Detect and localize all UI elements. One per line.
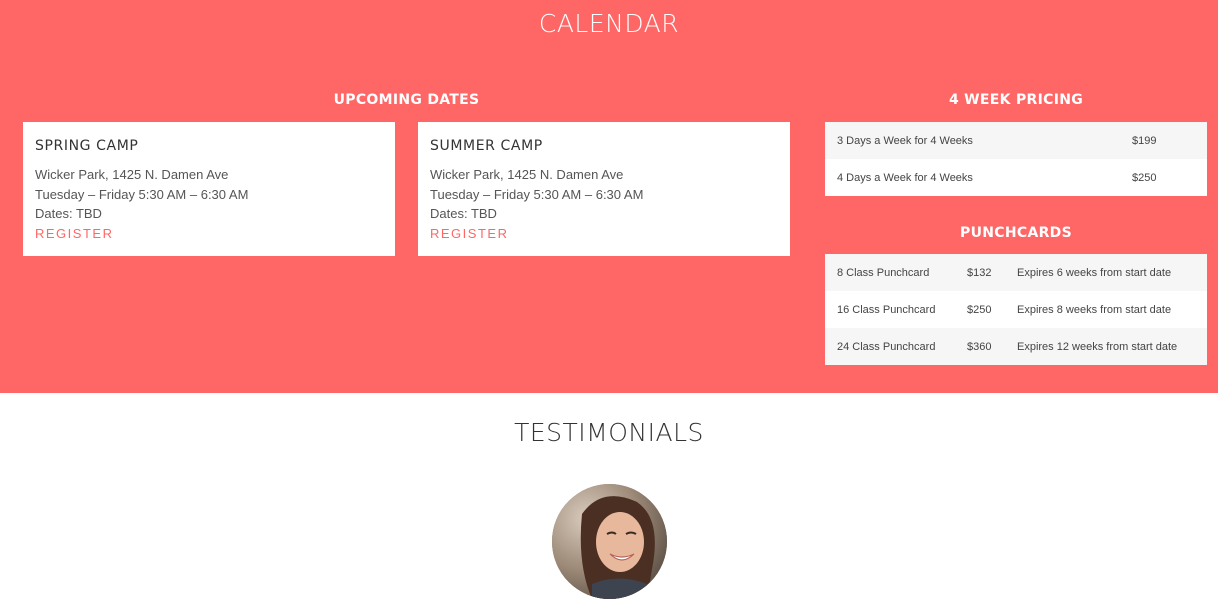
punchcard-expiry: Expires 6 weeks from start date — [1017, 266, 1172, 279]
register-link-summer[interactable]: REGISTER — [430, 224, 508, 244]
camp-schedule: Tuesday – Friday 5:30 AM – 6:30 AM — [430, 186, 644, 202]
punchcard-name: 8 Class Punchcard — [837, 266, 930, 279]
camp-card-summer: SUMMER CAMP Wicker Park, 1425 N. Damen A… — [418, 122, 790, 256]
table-row: 3 Days a Week for 4 Weeks $199 — [825, 122, 1207, 159]
punchcard-price: $360 — [967, 340, 992, 353]
punchcards-table: 8 Class Punchcard $132 Expires 6 weeks f… — [825, 254, 1207, 365]
punchcard-price: $250 — [967, 303, 992, 316]
table-row: 4 Days a Week for 4 Weeks $250 — [825, 159, 1207, 196]
table-row: 24 Class Punchcard $360 Expires 12 weeks… — [825, 328, 1207, 365]
calendar-title: CALENDAR — [538, 9, 680, 38]
camp-card-spring: SPRING CAMP Wicker Park, 1425 N. Damen A… — [23, 122, 395, 256]
pricing-heading: 4 WEEK PRICING — [948, 92, 1084, 108]
camp-location: Wicker Park, 1425 N. Damen Ave — [35, 167, 229, 182]
table-row: 16 Class Punchcard $250 Expires 8 weeks … — [825, 291, 1207, 328]
pricing-table: 3 Days a Week for 4 Weeks $199 4 Days a … — [825, 122, 1207, 196]
camp-schedule: Tuesday – Friday 5:30 AM – 6:30 AM — [35, 186, 249, 202]
punchcard-name: 16 Class Punchcard — [837, 303, 936, 316]
plan-name: 3 Days a Week for 4 Weeks — [837, 134, 973, 147]
calendar-section: CALENDAR UPCOMING DATES SPRING CAMP Wick… — [0, 0, 1218, 393]
punchcard-expiry: Expires 12 weeks from start date — [1017, 340, 1178, 353]
plan-price: $199 — [1132, 134, 1157, 147]
punchcard-expiry: Expires 8 weeks from start date — [1017, 303, 1172, 316]
punchcard-name: 24 Class Punchcard — [837, 340, 936, 353]
punchcards-heading: PUNCHCARDS — [960, 225, 1072, 241]
plan-name: 4 Days a Week for 4 Weeks — [837, 171, 973, 184]
testimonial-avatar — [552, 484, 667, 599]
avatar-portrait — [552, 484, 667, 599]
camp-name: SPRING CAMP — [35, 138, 139, 154]
table-row: 8 Class Punchcard $132 Expires 6 weeks f… — [825, 254, 1207, 291]
upcoming-dates-heading: UPCOMING DATES — [333, 92, 480, 108]
camp-dates: Dates: TBD — [430, 206, 497, 221]
camp-dates: Dates: TBD — [35, 206, 102, 221]
register-link-spring[interactable]: REGISTER — [35, 224, 113, 244]
camp-name: SUMMER CAMP — [430, 138, 543, 154]
punchcard-price: $132 — [967, 266, 992, 279]
plan-price: $250 — [1132, 171, 1157, 184]
camp-location: Wicker Park, 1425 N. Damen Ave — [430, 167, 624, 182]
testimonials-title: TESTIMONIALS — [514, 418, 704, 447]
